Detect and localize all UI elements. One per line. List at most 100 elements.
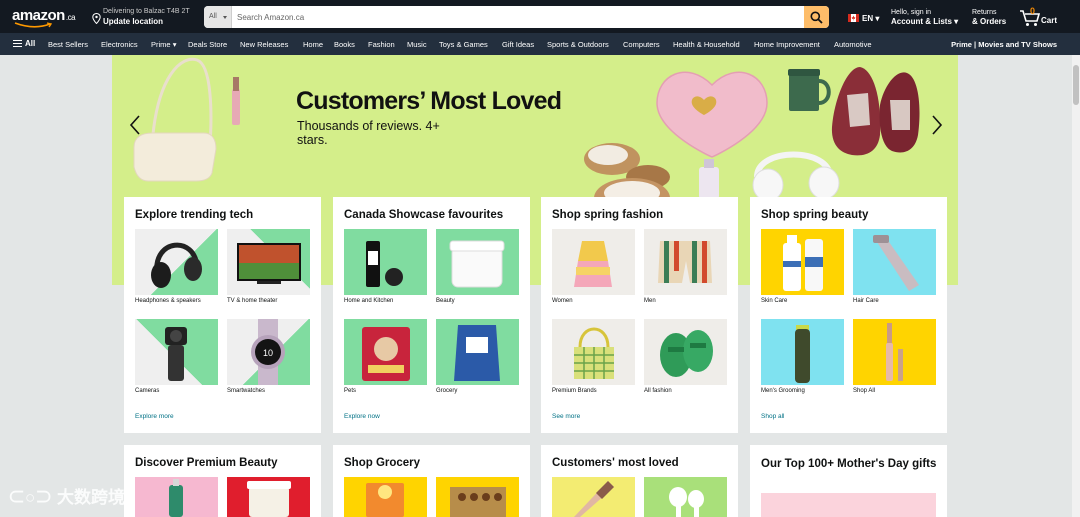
tv-image (227, 229, 310, 295)
nav-item-health-household[interactable]: Health & Household (673, 40, 740, 49)
all-menu-button[interactable]: All (13, 39, 35, 48)
location-pin-icon (92, 13, 101, 24)
see-more-link[interactable]: See more (552, 413, 580, 420)
page-scrollbar[interactable] (1072, 55, 1080, 517)
tile-premium-brands[interactable]: Premium Brands (552, 319, 635, 394)
chevron-left-icon[interactable] (128, 115, 142, 135)
shop-all-link[interactable]: Shop all (761, 413, 785, 420)
tile-mens-grooming[interactable]: Men's Grooming (761, 319, 844, 394)
tile-beauty[interactable]: Beauty (436, 229, 519, 304)
premium-brands-image (552, 319, 635, 385)
hero-title: Customers’ Most Loved (296, 87, 562, 115)
skin-care-image (761, 229, 844, 295)
beauty-image (436, 229, 519, 295)
grocery-image-1[interactable] (344, 477, 427, 517)
top-header: amazon.ca Delivering to Balzac T4B 2T Up… (0, 0, 1080, 33)
canada-flag-icon (848, 14, 859, 22)
nav-item-music[interactable]: Music (407, 40, 427, 49)
nav-prime-video[interactable]: Prime | Movies and TV Shows (951, 40, 1057, 49)
mothers-day-image[interactable] (761, 493, 936, 517)
nav-item-electronics[interactable]: Electronics (101, 40, 138, 49)
returns-orders[interactable]: Returns & Orders (972, 9, 1006, 26)
card-title: Our Top 100+ Mother's Day gifts (761, 458, 937, 470)
tile-shop-all[interactable]: Shop All (853, 319, 936, 394)
search-category-select[interactable]: All (204, 6, 232, 28)
nav-item-sports-outdoors[interactable]: Sports & Outdoors (547, 40, 609, 49)
tile-skin-care[interactable]: Skin Care (761, 229, 844, 304)
nav-item-home[interactable]: Home (303, 40, 323, 49)
nav-item-best-sellers[interactable]: Best Sellers (48, 40, 88, 49)
men-fashion-image (644, 229, 727, 295)
grocery-image-2[interactable] (436, 477, 519, 517)
card-title: Explore trending tech (135, 209, 254, 221)
card-title: Discover Premium Beauty (135, 457, 278, 469)
card-shop-grocery: Shop Grocery (333, 445, 530, 517)
account-lists[interactable]: Hello, sign in Account & Lists ▾ (891, 9, 958, 26)
explore-now-link[interactable]: Explore now (344, 413, 380, 420)
nav-item-fashion[interactable]: Fashion (368, 40, 395, 49)
nav-item-books[interactable]: Books (334, 40, 355, 49)
mens-grooming-image (761, 319, 844, 385)
cart-button[interactable]: 0 Cart (1019, 6, 1059, 28)
search-icon (810, 11, 823, 24)
search-button[interactable] (804, 6, 829, 28)
search-input[interactable] (234, 6, 804, 28)
nav-item-toys-games[interactable]: Toys & Games (439, 40, 488, 49)
card-title: Customers' most loved (552, 457, 679, 469)
tile-tv[interactable]: TV & home theater (227, 229, 310, 304)
tile-hair-care[interactable]: Hair Care (853, 229, 936, 304)
nav-item-computers[interactable]: Computers (623, 40, 660, 49)
headphones-image (135, 229, 218, 295)
svg-text:10: 10 (263, 348, 273, 358)
grocery-image (436, 319, 519, 385)
nav-item-prime[interactable]: Prime ▾ (151, 40, 176, 49)
hamburger-icon (13, 40, 22, 47)
chevron-down-icon: ▾ (954, 17, 959, 26)
tile-grocery[interactable]: Grocery (436, 319, 519, 394)
most-loved-image-1[interactable] (552, 477, 635, 517)
most-loved-image-2[interactable] (644, 477, 727, 517)
hair-care-image (853, 229, 936, 295)
women-fashion-image (552, 229, 635, 295)
nav-item-deals-store[interactable]: Deals Store (188, 40, 227, 49)
nav-item-automotive[interactable]: Automotive (834, 40, 872, 49)
card-title: Shop Grocery (344, 457, 421, 469)
hero-subtitle: Thousands of reviews. 4+ stars. (297, 119, 440, 147)
card-canada-showcase: Canada Showcase favourites Home and Kitc… (333, 197, 530, 433)
explore-more-link[interactable]: Explore more (135, 413, 174, 420)
card-premium-beauty: Discover Premium Beauty (124, 445, 321, 517)
nav-item-new-releases[interactable]: New Releases (240, 40, 288, 49)
chevron-down-icon (223, 16, 227, 19)
premium-beauty-image-1[interactable] (135, 477, 218, 517)
watermark-logo-icon: ⊂○⊃ (8, 488, 57, 507)
chevron-down-icon: ▾ (172, 40, 177, 49)
card-spring-beauty: Shop spring beauty Skin Care Hair Care M… (750, 197, 947, 433)
search-bar: All (204, 6, 829, 28)
tile-headphones[interactable]: Headphones & speakers (135, 229, 218, 304)
tile-men[interactable]: Men (644, 229, 727, 304)
card-mothers-day-gifts: Our Top 100+ Mother's Day gifts (750, 445, 947, 517)
chevron-right-icon[interactable] (930, 115, 944, 135)
tile-pets[interactable]: Pets (344, 319, 427, 394)
nav-item-gift-ideas[interactable]: Gift Ideas (502, 40, 534, 49)
pets-image (344, 319, 427, 385)
tile-cameras[interactable]: Cameras (135, 319, 218, 394)
tile-smartwatches[interactable]: 10 Smartwatches (227, 319, 310, 394)
shop-all-beauty-image (853, 319, 936, 385)
delivery-address: Delivering to Balzac T4B 2T (103, 8, 190, 15)
tile-all-fashion[interactable]: All fashion (644, 319, 727, 394)
chevron-down-icon: ▾ (875, 14, 880, 23)
card-customers-most-loved: Customers' most loved (541, 445, 738, 517)
premium-beauty-image-2[interactable] (227, 477, 310, 517)
watermark: ⊂○⊃ 大数跨境 (8, 488, 125, 507)
card-trending-tech: Explore trending tech Headphones & speak… (124, 197, 321, 433)
update-location-link: Update location (103, 17, 164, 26)
tile-home-kitchen[interactable]: Home and Kitchen (344, 229, 427, 304)
nav-bar: All Best Sellers Electronics Prime ▾ Dea… (0, 33, 1080, 55)
cart-count: 0 (1030, 6, 1036, 16)
nav-item-home-improvement[interactable]: Home Improvement (754, 40, 820, 49)
scrollbar-thumb[interactable] (1073, 65, 1079, 105)
tile-women[interactable]: Women (552, 229, 635, 304)
card-spring-fashion: Shop spring fashion Women Men Premium Br… (541, 197, 738, 433)
all-fashion-image (644, 319, 727, 385)
